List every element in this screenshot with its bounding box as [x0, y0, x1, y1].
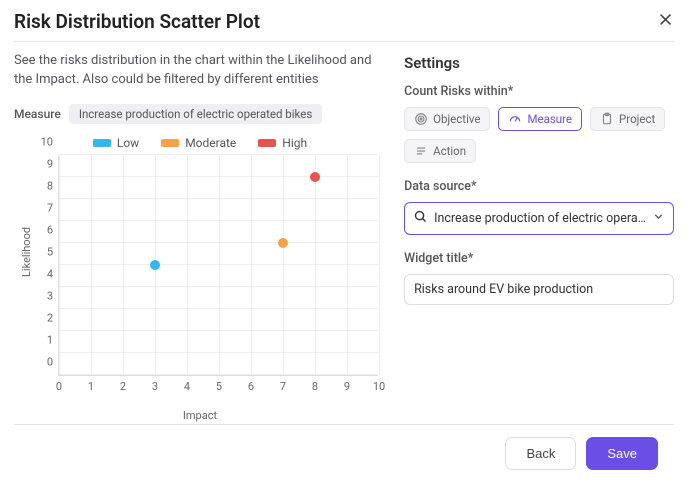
gridline-v	[187, 156, 188, 375]
close-icon	[657, 11, 674, 28]
y-axis-label: Likelihood	[20, 227, 33, 277]
x-tick: 7	[280, 380, 286, 393]
gridline-h	[59, 242, 378, 243]
close-button[interactable]	[657, 11, 674, 32]
settings-panel: Settings Count Risks within* Objective M…	[404, 52, 674, 422]
y-tick: 4	[33, 267, 53, 280]
y-tick: 2	[33, 311, 53, 324]
x-axis-label: Impact	[14, 409, 386, 422]
chevron-down-icon	[652, 210, 665, 227]
legend-swatch-high	[258, 139, 276, 147]
x-tick: 0	[56, 380, 62, 393]
x-tick: 8	[312, 380, 318, 393]
entity-measure[interactable]: Measure	[498, 107, 582, 131]
data-point	[150, 260, 160, 270]
gridline-v	[251, 156, 252, 375]
measure-chip-prefix: Measure	[14, 107, 61, 121]
plot-area: 001122334455667788991010	[58, 156, 378, 376]
search-icon	[413, 209, 428, 228]
gridline-v	[91, 156, 92, 375]
gridline-h	[59, 198, 378, 199]
modal: Risk Distribution Scatter Plot See the r…	[0, 0, 688, 472]
target-icon	[414, 112, 428, 126]
legend-item-high: High	[258, 136, 307, 150]
clipboard-icon	[600, 112, 614, 126]
count-risks-label: Count Risks within*	[404, 84, 674, 99]
back-button[interactable]: Back	[505, 437, 576, 470]
entity-objective[interactable]: Objective	[404, 107, 490, 131]
y-tick: 0	[33, 355, 53, 368]
footer: Back Save	[14, 424, 674, 472]
y-tick: 6	[33, 223, 53, 236]
data-point	[278, 238, 288, 248]
x-tick: 1	[88, 380, 94, 393]
y-tick: 1	[33, 333, 53, 346]
preview-panel: See the risks distribution in the chart …	[14, 52, 386, 422]
measure-chip: Increase production of electric operated…	[69, 104, 323, 124]
gridline-v	[219, 156, 220, 375]
save-button[interactable]: Save	[586, 437, 658, 470]
gauge-icon	[508, 112, 522, 126]
gridline-v	[59, 156, 60, 375]
legend-label-moderate: Moderate	[185, 136, 236, 150]
entity-project[interactable]: Project	[590, 107, 665, 131]
chart-legend: Low Moderate High	[14, 132, 386, 156]
legend-swatch-moderate	[161, 139, 179, 147]
entity-objective-label: Objective	[433, 112, 480, 126]
x-tick: 2	[120, 380, 126, 393]
y-tick: 10	[33, 135, 53, 148]
entity-selector: Objective Measure Project	[404, 107, 674, 163]
gridline-v	[347, 156, 348, 375]
entity-measure-label: Measure	[527, 112, 572, 126]
x-tick: 10	[373, 380, 385, 393]
widget-title-input[interactable]	[404, 274, 674, 305]
header: Risk Distribution Scatter Plot	[14, 0, 674, 41]
y-tick: 7	[33, 201, 53, 214]
legend-item-moderate: Moderate	[161, 136, 236, 150]
gridline-v	[379, 156, 380, 375]
page-title: Risk Distribution Scatter Plot	[14, 10, 260, 33]
gridline-v	[283, 156, 284, 375]
y-tick: 5	[33, 245, 53, 258]
y-tick: 9	[33, 157, 53, 170]
x-tick: 5	[216, 380, 222, 393]
x-tick: 9	[344, 380, 350, 393]
gridline-v	[123, 156, 124, 375]
entity-project-label: Project	[619, 112, 655, 126]
description-text: See the risks distribution in the chart …	[14, 52, 386, 90]
gridline-h	[59, 154, 378, 155]
settings-title: Settings	[404, 54, 674, 72]
data-source-label: Data source*	[404, 179, 674, 194]
entity-action-label: Action	[433, 144, 466, 158]
gridline-h	[59, 176, 378, 177]
x-tick: 6	[248, 380, 254, 393]
list-icon	[414, 144, 428, 158]
gridline-v	[315, 156, 316, 375]
data-point	[310, 172, 320, 182]
legend-label-low: Low	[117, 136, 139, 150]
chart: Low Moderate High Likelihood 00112233445…	[14, 132, 386, 422]
x-tick: 4	[184, 380, 190, 393]
y-tick: 3	[33, 289, 53, 302]
legend-swatch-low	[93, 139, 111, 147]
x-tick: 3	[152, 380, 158, 393]
data-source-select[interactable]: Increase production of electric opera…	[404, 202, 674, 235]
data-source-value: Increase production of electric opera…	[434, 211, 646, 226]
entity-action[interactable]: Action	[404, 139, 476, 163]
legend-label-high: High	[282, 136, 307, 150]
widget-title-label: Widget title*	[404, 251, 674, 266]
legend-item-low: Low	[93, 136, 139, 150]
measure-chip-row: Measure Increase production of electric …	[14, 104, 386, 124]
y-tick: 8	[33, 179, 53, 192]
gridline-h	[59, 220, 378, 221]
